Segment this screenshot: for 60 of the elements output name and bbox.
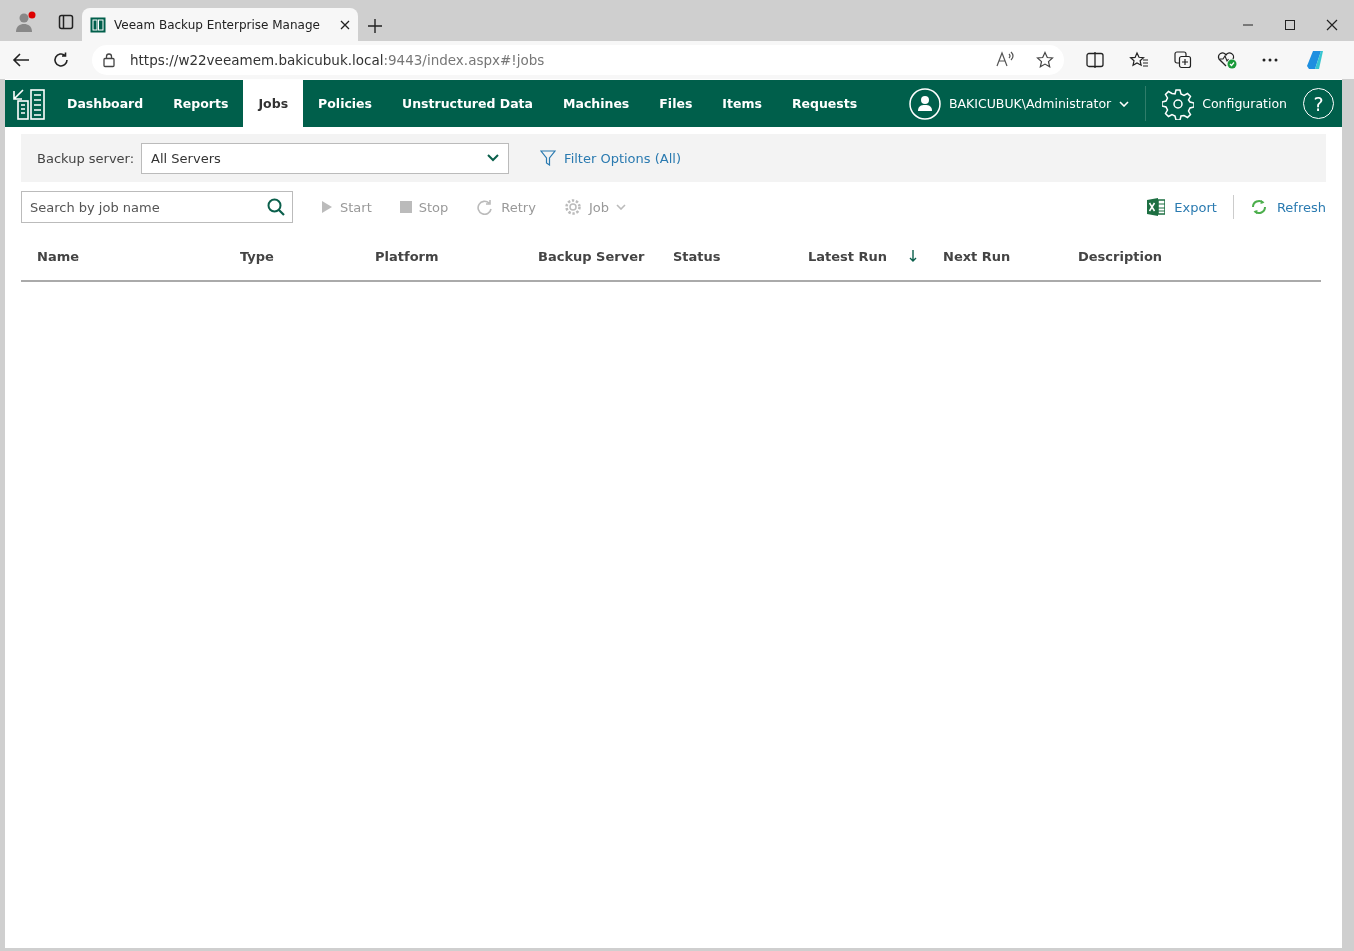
search-field[interactable]: Search by job name [21, 191, 293, 223]
search-icon [267, 198, 285, 216]
configuration-button[interactable]: Configuration [1146, 80, 1303, 127]
new-tab-icon[interactable] [368, 19, 382, 33]
maximize-icon[interactable] [1284, 19, 1296, 31]
user-avatar-icon [909, 87, 941, 120]
nav-tab[interactable]: Unstructured Data [387, 80, 548, 127]
spreadsheet-icon [1147, 198, 1166, 216]
settings-icon [1162, 87, 1195, 120]
heart-check-icon[interactable] [1217, 51, 1237, 69]
column-header[interactable]: Next Run [943, 248, 1011, 264]
app-logo-icon [90, 16, 106, 33]
backup-server-label: Backup server: [37, 150, 135, 166]
column-header[interactable]: Name [37, 248, 79, 264]
user-menu[interactable]: BAKICUBUK\Administrator [909, 86, 1147, 121]
backup-server-dropdown[interactable]: All Servers [141, 142, 510, 174]
tab-actions-icon[interactable] [58, 14, 74, 30]
nav-tab[interactable]: Policies [303, 80, 388, 127]
filter-icon [540, 150, 557, 166]
reload-icon[interactable] [52, 51, 70, 69]
close-icon[interactable] [340, 19, 350, 30]
nav-tab[interactable]: Items [707, 80, 777, 127]
nav-tab[interactable]: Machines [548, 80, 645, 127]
refresh-button[interactable]: Refresh [1232, 195, 1326, 219]
browser-tab[interactable]: Veeam Backup Enterprise Manage [82, 8, 358, 41]
play-icon [321, 200, 333, 214]
close-icon[interactable] [1326, 19, 1338, 31]
app-logo-icon[interactable] [12, 86, 46, 121]
retry-icon [476, 199, 495, 215]
chevron-down-icon [615, 204, 626, 210]
column-header[interactable]: Status [673, 248, 721, 264]
gear-icon [563, 198, 582, 216]
refresh-icon [1249, 198, 1268, 216]
split-screen-icon[interactable] [1086, 52, 1104, 68]
favorites-icon[interactable] [1129, 51, 1149, 69]
export-button[interactable]: Export [1131, 195, 1217, 219]
collections-icon[interactable] [1174, 51, 1192, 69]
lock-icon [102, 52, 116, 68]
profile-icon[interactable] [14, 10, 38, 34]
nav-tab[interactable]: Dashboard [52, 80, 159, 127]
chevron-down-icon [1119, 100, 1130, 107]
column-header[interactable]: Latest Run [808, 248, 888, 264]
nav-tab[interactable]: Reports [158, 80, 244, 127]
column-header[interactable]: Platform [375, 248, 439, 264]
filter-options-link[interactable]: Filter Options (All) [540, 150, 681, 166]
tab-title: Veeam Backup Enterprise Manage [114, 17, 321, 32]
stop-icon [399, 201, 412, 213]
address-bar[interactable]: https://w22veeamem.bakicubuk.local:9443/index.aspx#!jobs [92, 45, 1064, 75]
chevron-down-icon [487, 154, 500, 162]
nav-tab[interactable]: Jobs [243, 80, 304, 127]
read-aloud-icon[interactable] [996, 51, 1014, 67]
nav-tab[interactable]: Files [644, 80, 708, 127]
more-icon[interactable] [1262, 58, 1278, 62]
column-header[interactable]: Backup Server [538, 248, 645, 264]
back-icon[interactable] [12, 52, 30, 68]
url-text: https://w22veeamem.bakicubuk.local:9443/index.aspx#!jobs [130, 52, 545, 68]
favorite-star-icon[interactable] [1036, 51, 1054, 69]
column-header[interactable]: Description [1078, 248, 1163, 264]
nav-tab[interactable]: Requests [776, 80, 873, 127]
column-header[interactable]: Type [240, 248, 274, 264]
